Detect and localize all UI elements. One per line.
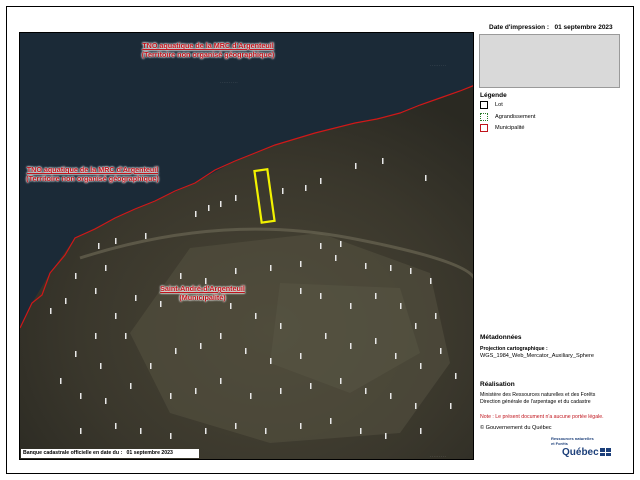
label-tno-left: TNO aquatique de la MRC d'Argenteuil (Te… xyxy=(20,165,165,183)
label-tno-left-line2: (Territoire non organisé géographique) xyxy=(26,173,159,183)
quebec-logo: Ressources naturelles et Forêts Québec xyxy=(548,436,614,459)
map-view[interactable]: · · · · · · · · · · · · · · · · · · · · … xyxy=(19,32,474,460)
label-municipality-line2: (Municipalité) xyxy=(179,292,226,302)
enlargement-symbol-icon xyxy=(480,113,488,121)
logo-word: Québec xyxy=(562,447,599,458)
tiny-lot-number: · · · · · · · · · · xyxy=(220,80,238,84)
label-tno-top: TNO aquatique de la MRC d'Argenteuil (Te… xyxy=(123,41,293,59)
realisation-line2: Direction générale de l'arpentage et du … xyxy=(480,399,591,405)
print-date: Date d'impression : 01 septembre 2023 xyxy=(489,24,613,31)
cadastral-date-bar: Banque cadastrale officielle en date du … xyxy=(21,449,199,458)
print-date-label: Date d'impression : xyxy=(489,24,550,31)
overview-inset-map xyxy=(479,34,620,88)
legend-item-label: Lot xyxy=(495,102,503,108)
copyright: © Gouvernement du Québec xyxy=(480,425,552,431)
logo-line2: et Forêts xyxy=(551,440,568,446)
legal-note: Note : Le présent document n'a aucune po… xyxy=(480,414,604,420)
projection-label: Projection cartographique : xyxy=(480,346,548,352)
municipality-symbol-icon xyxy=(480,124,488,132)
cadastral-date-value: 01 septembre 2023 xyxy=(126,450,173,456)
label-tno-top-line2: (Territoire non organisé géographique) xyxy=(141,49,275,59)
lot-symbol-icon xyxy=(480,101,488,109)
cadastral-date-label: Banque cadastrale officielle en date du … xyxy=(23,450,123,456)
projection-value: WGS_1984_Web_Mercator_Auxiliary_Sphere xyxy=(480,353,595,359)
realisation-line1: Ministère des Ressources naturelles et d… xyxy=(480,392,596,398)
legend-title: Légende xyxy=(480,92,507,99)
logo-ministry-text: Ressources naturelles et Forêts xyxy=(551,436,594,446)
map-imagery xyxy=(20,33,473,459)
realisation-title: Réalisation xyxy=(480,381,515,388)
legend-item-label: Agrandissement xyxy=(495,114,536,120)
label-municipality: Saint-André-d'Argenteuil (Municipalité) xyxy=(145,284,260,302)
quebec-flag-icon xyxy=(600,448,611,456)
tiny-lot-number: · · · · · · · · · xyxy=(430,63,446,67)
print-date-value: 01 septembre 2023 xyxy=(554,24,613,31)
tiny-lot-number: · · · · · · · · · xyxy=(430,454,446,458)
metadata-title: Métadonnées xyxy=(480,334,522,341)
legend-item-label: Municipalité xyxy=(495,125,525,131)
